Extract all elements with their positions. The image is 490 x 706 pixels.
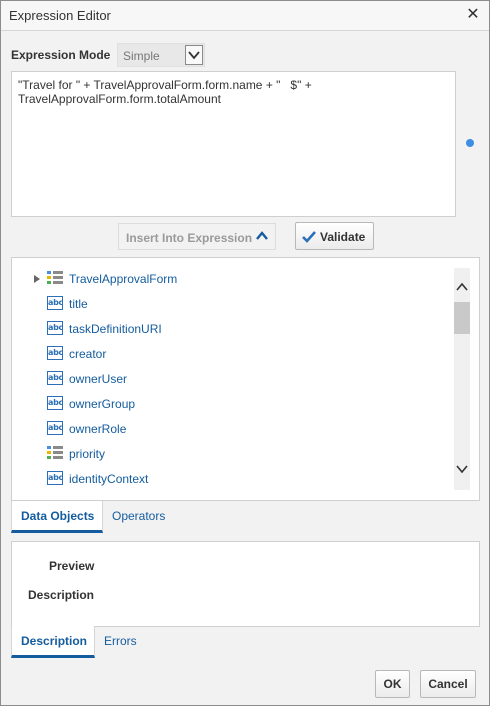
tree-item-label: identityContext — [69, 472, 149, 486]
string-type-icon: abc — [47, 346, 63, 360]
tree-item-label: ownerRole — [69, 422, 127, 436]
tab-errors-label: Errors — [104, 634, 137, 648]
data-objects-tree: TravelApprovalForm abc title abc taskDefinit… — [11, 257, 480, 501]
tree-item[interactable]: abc creator — [12, 342, 442, 364]
insert-into-expression-label: Insert Into Expression — [126, 231, 253, 245]
tree-item[interactable]: priority — [12, 442, 442, 464]
tree-item-label: TravelApprovalForm — [69, 272, 178, 286]
expression-editor-dialog: Expression Editor ✕ Expression Mode Simp… — [0, 0, 490, 706]
tree-item-label: ownerGroup — [69, 397, 136, 411]
tree-item[interactable]: abc ownerGroup — [12, 392, 442, 414]
preview-label: Preview — [49, 559, 95, 573]
string-type-icon: abc — [47, 396, 63, 410]
expression-mode-label: Expression Mode — [11, 48, 111, 62]
string-type-icon: abc — [47, 471, 63, 485]
validate-button[interactable]: Validate — [295, 222, 374, 250]
data-tabs: Data Objects Operators — [11, 501, 480, 533]
scroll-up-icon[interactable] — [454, 280, 470, 294]
scroll-down-icon[interactable] — [454, 462, 470, 476]
tree-item-label: title — [69, 297, 88, 311]
string-type-icon: abc — [47, 371, 63, 385]
tab-operators-label: Operators — [112, 509, 166, 523]
tree-item[interactable]: abc taskDefinitionURI — [12, 317, 442, 339]
info-tabs: Description Errors — [11, 626, 480, 658]
string-type-icon: abc — [47, 421, 63, 435]
tree-item-label: ownerUser — [69, 372, 128, 386]
validate-label: Validate — [320, 230, 366, 244]
tab-data-objects[interactable]: Data Objects — [11, 501, 103, 533]
tab-errors[interactable]: Errors — [95, 626, 146, 658]
tree-item-label: taskDefinitionURI — [69, 322, 162, 336]
tab-operators[interactable]: Operators — [103, 501, 174, 533]
form-icon — [47, 271, 63, 285]
status-dot-icon — [466, 139, 474, 147]
tree-item[interactable]: abc ownerUser — [12, 367, 442, 389]
preview-panel: Preview Description — [11, 541, 480, 627]
expand-arrow-icon[interactable] — [33, 273, 41, 287]
tree-item[interactable]: abc title — [12, 292, 442, 314]
form-icon — [47, 446, 63, 460]
tree-scrollbar[interactable] — [454, 268, 470, 490]
tab-data-objects-label: Data Objects — [21, 509, 95, 523]
tab-description[interactable]: Description — [11, 626, 95, 658]
tree-item[interactable]: abc ownerRole — [12, 417, 442, 439]
title-bar: Expression Editor ✕ — [1, 1, 489, 31]
tab-description-label: Description — [21, 634, 88, 648]
close-icon[interactable]: ✕ — [463, 5, 483, 25]
insert-into-expression-button[interactable]: Insert Into Expression — [118, 223, 276, 250]
dialog-title: Expression Editor — [9, 8, 111, 23]
ok-button[interactable]: OK — [375, 670, 410, 698]
expression-mode-value: Simple — [123, 49, 160, 63]
tree-item[interactable]: TravelApprovalForm — [12, 267, 442, 289]
expression-mode-select[interactable]: Simple — [117, 43, 205, 67]
tree-item-label: priority — [69, 447, 106, 461]
checkmark-icon — [301, 230, 317, 247]
expression-textarea[interactable]: "Travel for " + TravelApprovalForm.form.… — [11, 71, 456, 217]
chevron-down-icon[interactable] — [185, 45, 203, 65]
tree-item-label: creator — [69, 347, 107, 361]
string-type-icon: abc — [47, 296, 63, 310]
cancel-button[interactable]: Cancel — [420, 670, 476, 698]
tree-item[interactable]: abc identityContext — [12, 467, 442, 489]
scroll-thumb[interactable] — [454, 302, 470, 334]
string-type-icon: abc — [47, 321, 63, 335]
description-label: Description — [28, 588, 95, 602]
chevron-up-icon — [255, 230, 269, 245]
